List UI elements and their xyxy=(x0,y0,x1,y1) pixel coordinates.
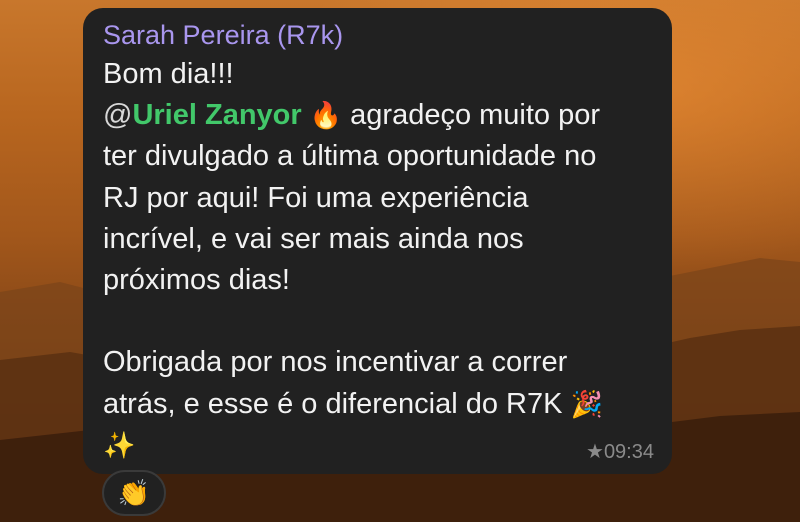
party-popper-emoji-icon: 🎉 xyxy=(570,388,603,419)
sender-name[interactable]: Sarah Pereira (R7k) xyxy=(103,18,654,52)
sparkles-emoji-icon: ✨ xyxy=(103,429,136,460)
message-bubble[interactable]: Sarah Pereira (R7k) Bom dia!!! @Uriel Za… xyxy=(83,8,672,474)
message-line: Obrigada por nos incentivar a correr xyxy=(103,346,568,379)
clapping-hands-emoji-icon: 👏 xyxy=(117,477,151,508)
mention-link[interactable]: Uriel Zanyor xyxy=(132,99,301,131)
star-icon: ★ xyxy=(586,441,604,463)
message-line: Bom dia!!! xyxy=(103,58,234,90)
reaction-chip[interactable]: 👏 xyxy=(102,470,166,516)
message-text-segment: atrás, e esse é o diferencial do R7K xyxy=(103,387,571,420)
message-line: @Uriel Zanyor 🔥 agradeço muito por xyxy=(103,95,654,136)
message-line: ter divulgado a última oportunidade no xyxy=(103,140,597,173)
message-line: ✨ xyxy=(103,425,654,466)
message-line: RJ por aqui! Foi uma experiência xyxy=(103,181,529,214)
message-line: próximos dias! xyxy=(103,263,290,296)
mention-at: @ xyxy=(103,99,133,132)
message-line: atrás, e esse é o diferencial do R7K 🎉 xyxy=(103,384,654,425)
fire-emoji-icon: 🔥 xyxy=(309,100,343,131)
paragraph-break xyxy=(103,301,654,342)
message-line: incrível, e vai ser mais ainda nos xyxy=(103,222,524,255)
message-text: Bom dia!!! @Uriel Zanyor 🔥 agradeço muit… xyxy=(103,54,654,466)
message-time: 09:34 xyxy=(603,441,654,463)
message-meta: ★09:34 xyxy=(586,439,654,464)
message-text-segment: agradeço muito por xyxy=(342,99,601,132)
